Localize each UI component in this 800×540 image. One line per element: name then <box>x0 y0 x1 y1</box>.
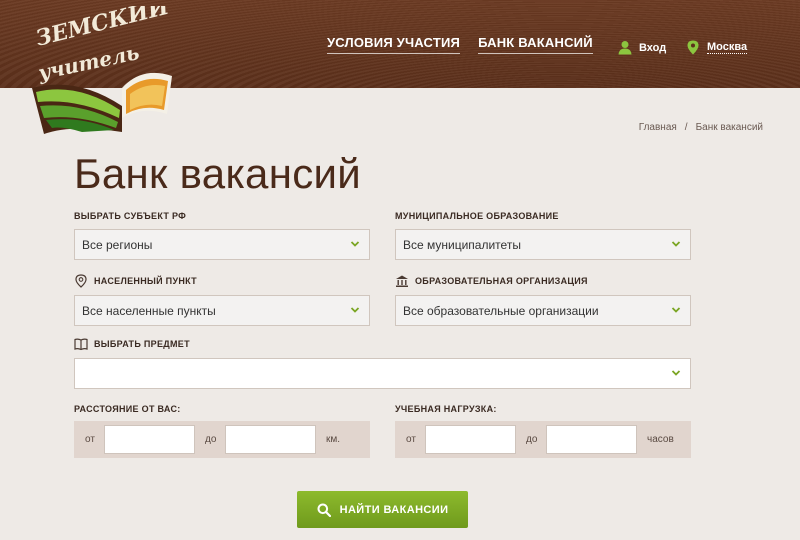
distance-from-input[interactable] <box>104 425 195 454</box>
breadcrumb: Главная / Банк вакансий <box>639 122 763 133</box>
city-label: Москва <box>707 41 748 54</box>
chevron-down-icon <box>671 370 681 376</box>
locality-value: Все населенные пункты <box>82 303 216 318</box>
breadcrumb-separator: / <box>684 122 688 133</box>
subject-label-text: ВЫБРАТЬ ПРЕДМЕТ <box>94 339 190 349</box>
municipality-label: МУНИЦИПАЛЬНОЕ ОБРАЗОВАНИЕ <box>395 211 559 221</box>
workload-to-label: до <box>526 434 538 445</box>
organization-label: ОБРАЗОВАТЕЛЬНАЯ ОРГАНИЗАЦИЯ <box>395 274 588 288</box>
institution-icon <box>396 275 408 287</box>
workload-from-input[interactable] <box>425 425 516 454</box>
distance-to-label: до <box>205 434 217 445</box>
workload-range: от до часов <box>395 421 691 458</box>
location-pin-icon <box>75 274 87 288</box>
workload-label-text: УЧЕБНАЯ НАГРУЗКА: <box>395 404 497 414</box>
search-icon <box>317 503 331 517</box>
distance-to-input[interactable] <box>225 425 316 454</box>
organization-select[interactable]: Все образовательные организации <box>395 295 691 326</box>
region-label-text: ВЫБРАТЬ СУБЪЕКТ РФ <box>74 211 187 221</box>
region-select[interactable]: Все регионы <box>74 229 370 260</box>
chevron-down-icon <box>671 241 681 247</box>
location-pin-icon <box>687 40 699 55</box>
workload-unit: часов <box>647 434 674 445</box>
subject-select[interactable] <box>74 358 691 389</box>
organization-value: Все образовательные организации <box>403 303 599 318</box>
locality-label-text: НАСЕЛЕННЫЙ ПУНКТ <box>94 276 197 286</box>
find-vacancies-button[interactable]: НАЙТИ ВАКАНСИИ <box>297 491 468 528</box>
book-icon <box>74 338 88 351</box>
nav-link-vacancy-bank[interactable]: БАНК ВАКАНСИЙ <box>478 35 593 54</box>
main-nav: УСЛОВИЯ УЧАСТИЯ БАНК ВАКАНСИЙ <box>327 35 593 54</box>
municipality-label-text: МУНИЦИПАЛЬНОЕ ОБРАЗОВАНИЕ <box>395 211 559 221</box>
locality-select[interactable]: Все населенные пункты <box>74 295 370 326</box>
chevron-down-icon <box>350 307 360 313</box>
workload-to-input[interactable] <box>546 425 637 454</box>
user-icon <box>618 41 632 55</box>
locality-label: НАСЕЛЕННЫЙ ПУНКТ <box>74 274 197 288</box>
municipality-select[interactable]: Все муниципалитеты <box>395 229 691 260</box>
distance-range: от до км. <box>74 421 370 458</box>
distance-from-label: от <box>85 434 95 445</box>
city-selector[interactable]: Москва <box>686 40 748 55</box>
municipality-value: Все муниципалитеты <box>403 237 521 252</box>
find-vacancies-label: НАЙТИ ВАКАНСИИ <box>339 503 449 516</box>
chevron-down-icon <box>671 307 681 313</box>
breadcrumb-current: Банк вакансий <box>695 122 763 133</box>
login-link[interactable]: Вход <box>618 40 666 55</box>
subject-label: ВЫБРАТЬ ПРЕДМЕТ <box>74 337 190 351</box>
zemsky-uchitel-logo[interactable]: ЗЕМСКИЙ учитель <box>22 6 202 136</box>
workload-from-label: от <box>406 434 416 445</box>
page-title: Банк вакансий <box>74 150 362 197</box>
chevron-down-icon <box>350 241 360 247</box>
svg-text:ЗЕМСКИЙ: ЗЕМСКИЙ <box>32 6 172 52</box>
breadcrumb-home[interactable]: Главная <box>639 122 677 133</box>
region-label: ВЫБРАТЬ СУБЪЕКТ РФ <box>74 211 186 221</box>
workload-label: УЧЕБНАЯ НАГРУЗКА: <box>395 404 497 414</box>
region-value: Все регионы <box>82 237 153 252</box>
distance-unit: км. <box>326 434 341 445</box>
nav-link-conditions[interactable]: УСЛОВИЯ УЧАСТИЯ <box>327 35 461 54</box>
organization-label-text: ОБРАЗОВАТЕЛЬНАЯ ОРГАНИЗАЦИЯ <box>415 276 588 286</box>
login-label: Вход <box>639 41 667 54</box>
distance-label-text: РАССТОЯНИЕ ОТ ВАС: <box>74 404 181 414</box>
distance-label: РАССТОЯНИЕ ОТ ВАС: <box>74 404 181 414</box>
